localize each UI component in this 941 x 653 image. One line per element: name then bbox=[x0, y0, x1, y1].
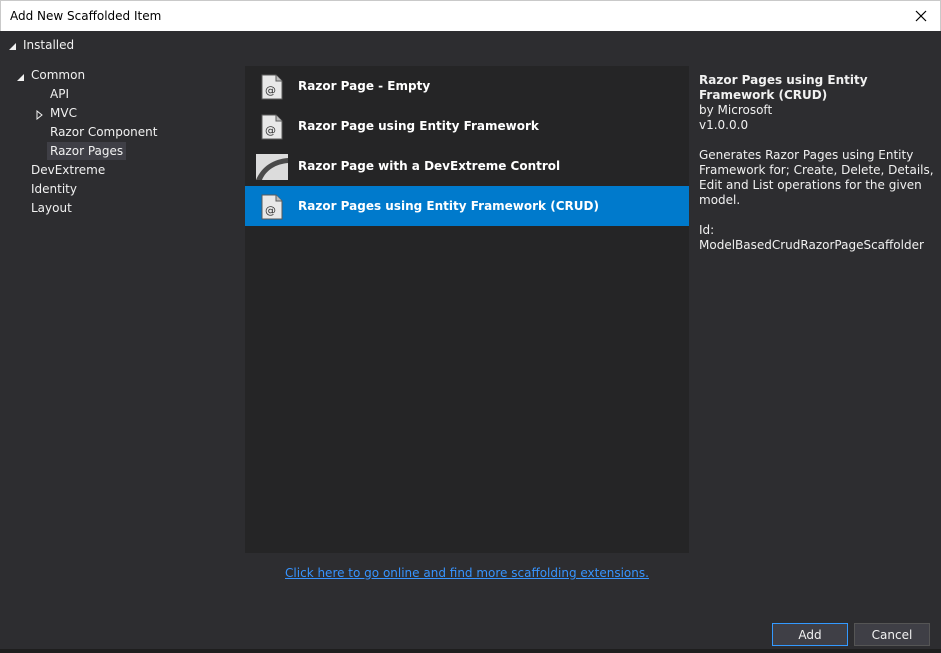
details-id: Id: ModelBasedCrudRazorPageScaffolder bbox=[699, 223, 924, 252]
template-label: Razor Page with a DevExtreme Control bbox=[298, 159, 561, 173]
tree-item-common[interactable]: Common bbox=[28, 66, 88, 84]
online-extensions-link[interactable]: Click here to go online and find more sc… bbox=[245, 566, 689, 580]
collapse-arrow-icon[interactable] bbox=[8, 40, 17, 54]
tree-item-mvc[interactable]: MVC bbox=[47, 104, 80, 122]
window-title: Add New Scaffolded Item bbox=[10, 9, 162, 23]
close-icon[interactable] bbox=[910, 5, 932, 27]
installed-label: Installed bbox=[23, 38, 75, 52]
tree-item-api[interactable]: API bbox=[47, 85, 72, 103]
template-item-razor-page-empty[interactable]: @ Razor Page - Empty bbox=[245, 66, 689, 106]
bottom-strip bbox=[0, 649, 941, 653]
title-bar: Add New Scaffolded Item bbox=[0, 0, 941, 31]
details-title: Razor Pages using Entity Framework (CRUD… bbox=[699, 73, 868, 102]
template-item-razor-pages-crud[interactable]: @ Razor Pages using Entity Framework (CR… bbox=[245, 186, 689, 226]
svg-text:@: @ bbox=[265, 204, 276, 217]
details-author: by Microsoft bbox=[699, 103, 773, 117]
template-item-razor-page-devextreme[interactable]: Razor Page with a DevExtreme Control bbox=[245, 146, 689, 186]
cancel-button[interactable]: Cancel bbox=[854, 623, 930, 646]
svg-text:@: @ bbox=[265, 124, 276, 137]
razor-page-icon: @ bbox=[260, 194, 284, 220]
template-label: Razor Page using Entity Framework bbox=[298, 119, 539, 133]
tree-item-devextreme[interactable]: DevExtreme bbox=[28, 161, 108, 179]
details-pane: Razor Pages using Entity Framework (CRUD… bbox=[699, 73, 934, 253]
tree-item-razor-component[interactable]: Razor Component bbox=[47, 123, 160, 141]
razor-page-icon: @ bbox=[260, 74, 284, 100]
devextreme-icon bbox=[256, 154, 288, 180]
details-version: v1.0.0.0 bbox=[699, 118, 749, 132]
expand-arrow-icon[interactable] bbox=[36, 109, 43, 123]
razor-page-icon: @ bbox=[260, 114, 284, 140]
svg-text:@: @ bbox=[265, 84, 276, 97]
template-list: @ Razor Page - Empty @ Razor Page using … bbox=[245, 66, 689, 553]
template-label: Razor Pages using Entity Framework (CRUD… bbox=[298, 199, 599, 213]
tree-item-razor-pages[interactable]: Razor Pages bbox=[47, 142, 127, 160]
expanded-arrow-icon[interactable] bbox=[16, 71, 25, 85]
details-description: Generates Razor Pages using Entity Frame… bbox=[699, 148, 934, 207]
tree-item-identity[interactable]: Identity bbox=[28, 180, 80, 198]
add-button[interactable]: Add bbox=[772, 623, 848, 646]
template-item-razor-page-ef[interactable]: @ Razor Page using Entity Framework bbox=[245, 106, 689, 146]
tree-item-layout[interactable]: Layout bbox=[28, 199, 75, 217]
template-label: Razor Page - Empty bbox=[298, 79, 431, 93]
installed-header[interactable]: Installed bbox=[0, 31, 941, 59]
